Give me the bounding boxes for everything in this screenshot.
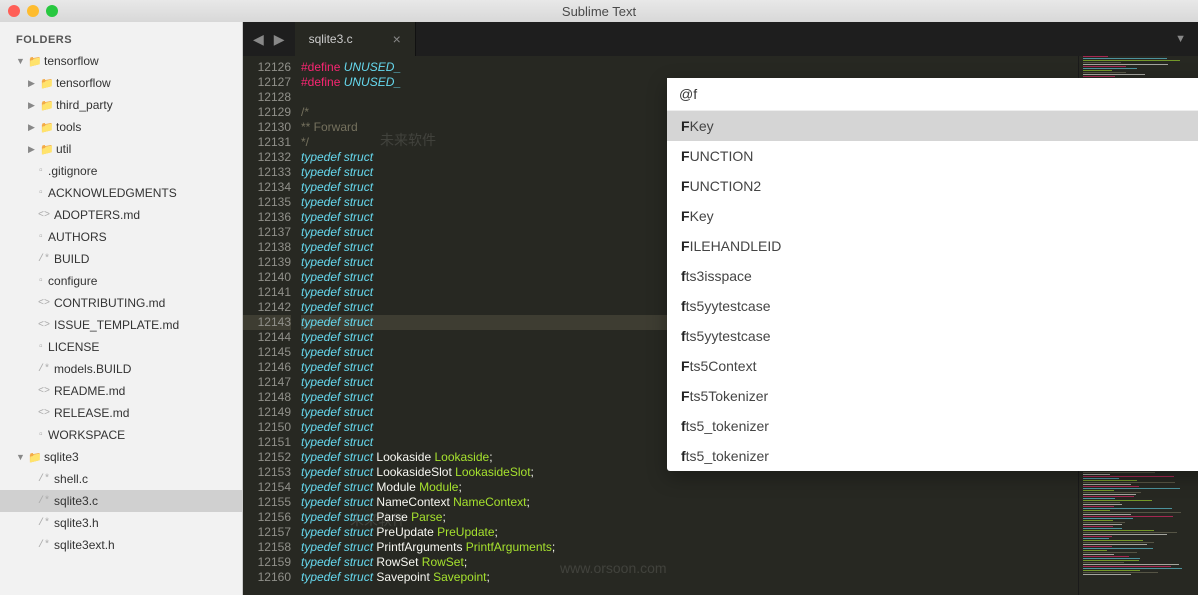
folder-root[interactable]: ▼📁tensorflow <box>0 50 242 72</box>
folder-util[interactable]: ▶📁util <box>0 138 242 160</box>
palette-item[interactable]: fts5_tokenizer <box>667 441 1198 471</box>
palette-input[interactable] <box>667 78 1198 111</box>
file-CONTRIBUTING.md[interactable]: <>CONTRIBUTING.md <box>0 292 242 314</box>
palette-item[interactable]: fts5yytestcase <box>667 291 1198 321</box>
file-ACKNOWLEDGMENTS[interactable]: ▫ACKNOWLEDGMENTS <box>0 182 242 204</box>
folders-header: FOLDERS <box>0 30 242 50</box>
tab-menu-icon[interactable]: ▼ <box>1163 33 1198 45</box>
folder-third_party[interactable]: ▶📁third_party <box>0 94 242 116</box>
palette-item[interactable]: FILEHANDLEID <box>667 231 1198 261</box>
palette-item[interactable]: fts5_tokenizer <box>667 411 1198 441</box>
palette-item[interactable]: fts3isspace <box>667 261 1198 291</box>
palette-item[interactable]: Fts5Context <box>667 351 1198 381</box>
line-gutter: 1212612127121281212912130121311213212133… <box>243 56 301 595</box>
close-window-button[interactable] <box>8 5 20 17</box>
folder-tools[interactable]: ▶📁tools <box>0 116 242 138</box>
tab-close-icon[interactable]: × <box>393 31 401 47</box>
editor: ◀ ▶ sqlite3.c × ▼ 1212612127121281212912… <box>243 22 1198 595</box>
window-title: Sublime Text <box>562 4 636 19</box>
minimize-window-button[interactable] <box>27 5 39 17</box>
file-ADOPTERS.md[interactable]: <>ADOPTERS.md <box>0 204 242 226</box>
palette-item[interactable]: FKey <box>667 201 1198 231</box>
file-models.BUILD[interactable]: /*models.BUILD <box>0 358 242 380</box>
file-sqlite3.c[interactable]: /*sqlite3.c <box>0 490 242 512</box>
zoom-window-button[interactable] <box>46 5 58 17</box>
tab-sqlite3-c[interactable]: sqlite3.c × <box>295 22 416 56</box>
traffic-lights <box>8 5 58 17</box>
file-sqlite3ext.h[interactable]: /*sqlite3ext.h <box>0 534 242 556</box>
file-WORKSPACE[interactable]: ▫WORKSPACE <box>0 424 242 446</box>
file-BUILD[interactable]: /*BUILD <box>0 248 242 270</box>
palette-item[interactable]: fts5yytestcase <box>667 321 1198 351</box>
folder-tensorflow[interactable]: ▶📁tensorflow <box>0 72 242 94</box>
sidebar: FOLDERS ▼📁tensorflow▶📁tensorflow▶📁third_… <box>0 22 243 595</box>
file-sqlite3.h[interactable]: /*sqlite3.h <box>0 512 242 534</box>
nav-forward-icon[interactable]: ▶ <box>274 31 285 48</box>
tab-bar: ◀ ▶ sqlite3.c × ▼ <box>243 22 1198 56</box>
file-ISSUE_TEMPLATE.md[interactable]: <>ISSUE_TEMPLATE.md <box>0 314 242 336</box>
titlebar: Sublime Text <box>0 0 1198 22</box>
tab-label: sqlite3.c <box>309 32 353 46</box>
palette-item[interactable]: FUNCTION2 <box>667 171 1198 201</box>
file-configure[interactable]: ▫configure <box>0 270 242 292</box>
file-LICENSE[interactable]: ▫LICENSE <box>0 336 242 358</box>
folder-sqlite3[interactable]: ▼📁sqlite3 <box>0 446 242 468</box>
file-shell.c[interactable]: /*shell.c <box>0 468 242 490</box>
palette-item[interactable]: FKey <box>667 111 1198 141</box>
file-AUTHORS[interactable]: ▫AUTHORS <box>0 226 242 248</box>
palette-item[interactable]: Fts5Tokenizer <box>667 381 1198 411</box>
file-README.md[interactable]: <>README.md <box>0 380 242 402</box>
goto-symbol-palette: FKeyFUNCTIONFUNCTION2FKeyFILEHANDLEIDfts… <box>667 78 1198 471</box>
file-.gitignore[interactable]: ▫.gitignore <box>0 160 242 182</box>
file-RELEASE.md[interactable]: <>RELEASE.md <box>0 402 242 424</box>
palette-item[interactable]: FUNCTION <box>667 141 1198 171</box>
nav-back-icon[interactable]: ◀ <box>253 31 264 48</box>
